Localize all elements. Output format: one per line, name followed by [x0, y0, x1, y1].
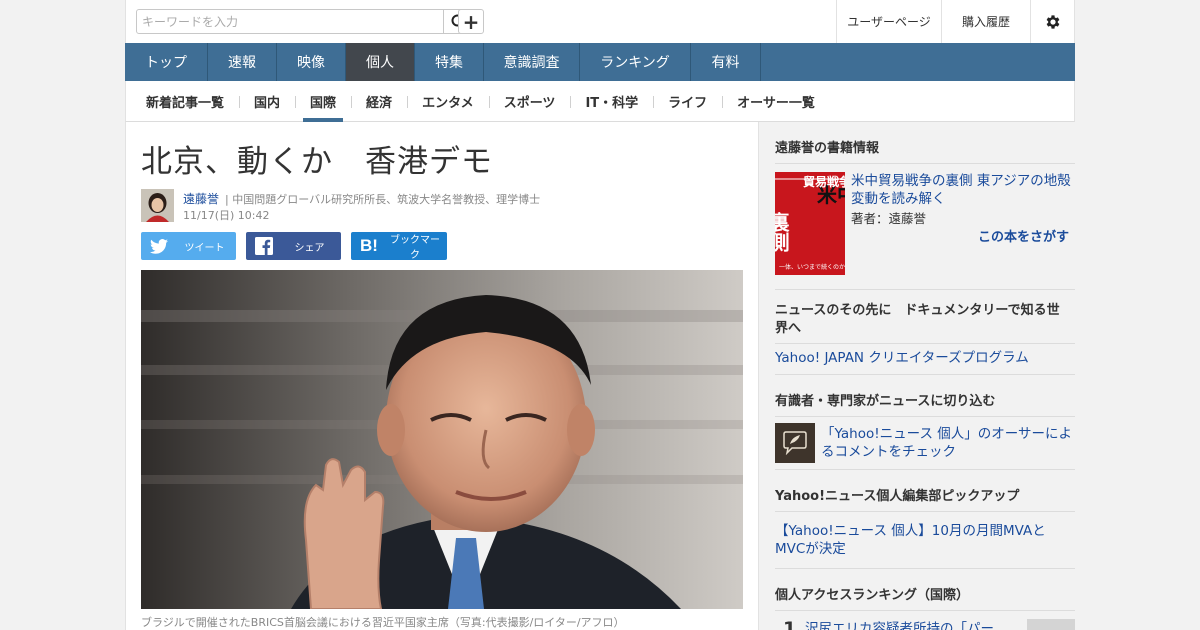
article-date: 11/17(日) 10:42: [183, 209, 270, 222]
category-entertainment[interactable]: エンタメ: [407, 81, 489, 122]
hatena-icon: B!: [360, 236, 378, 255]
user-page-link[interactable]: ユーザーページ: [836, 0, 941, 43]
svg-text:貿易戦争の: 貿易戦争の: [803, 174, 845, 189]
category-new-articles[interactable]: 新着記事一覧: [131, 81, 239, 122]
add-button[interactable]: +: [458, 9, 484, 34]
author-name[interactable]: 遠藤誉: [183, 190, 219, 207]
ranking-item-link[interactable]: 沢尻エリカ容疑者所持の「パー: [805, 620, 1025, 630]
book-info-heading: 遠藤誉の書籍情報: [775, 141, 880, 156]
divider: [775, 568, 1075, 569]
svg-text:一体、いつまで続くのか？: 一体、いつまで続くのか？: [779, 263, 845, 271]
purchase-history-link[interactable]: 購入履歴: [941, 0, 1030, 43]
category-domestic[interactable]: 国内: [239, 81, 295, 122]
gear-icon: [1046, 14, 1060, 29]
article-title: 北京、動くか 香港デモ: [141, 144, 493, 180]
divider: [775, 416, 1075, 417]
gnav-breaking[interactable]: 速報: [208, 43, 277, 81]
gnav-paid[interactable]: 有料: [691, 43, 761, 81]
global-nav: トップ 速報 映像 個人 特集 意識調査 ランキング 有料: [125, 43, 1075, 81]
search-box: [136, 9, 474, 34]
svg-text:裏側: 裏側: [775, 211, 790, 252]
divider: [775, 343, 1075, 344]
category-international[interactable]: 国際: [295, 81, 351, 122]
facebook-share-label: シェア: [294, 242, 325, 254]
gnav-individual[interactable]: 個人: [346, 43, 415, 81]
ranking-number: 1: [783, 618, 797, 630]
author-avatar[interactable]: [141, 189, 174, 222]
category-economy[interactable]: 経済: [351, 81, 407, 122]
divider: [775, 163, 1075, 164]
category-it-science[interactable]: IT・科学: [570, 81, 653, 122]
author-title: | 中国問題グローバル研究所所長、筑波大学名誉教授、理学博士: [225, 193, 541, 206]
top-bar-inner: + ユーザーページ 購入履歴: [125, 0, 1075, 43]
gnav-feature[interactable]: 特集: [415, 43, 484, 81]
book-author: 著者：遠藤誉: [851, 211, 927, 226]
comment-pen-icon[interactable]: [775, 423, 815, 463]
settings-button[interactable]: [1030, 0, 1075, 43]
category-sports[interactable]: スポーツ: [488, 81, 571, 122]
gnav-ranking[interactable]: ランキング: [580, 43, 691, 81]
ranking-thumbnail[interactable]: [1027, 619, 1075, 630]
category-nav: 新着記事一覧 国内 国際 経済 エンタメ スポーツ IT・科学 ライフ オーサー…: [125, 81, 1075, 122]
pickup-heading: Yahoo!ニュース個人編集部ピックアップ: [775, 489, 1020, 504]
tweet-button[interactable]: ツイート: [141, 232, 236, 260]
sidebar: 遠藤誉の書籍情報 米中 裏側 貿易戦争の 一体、いつまで続くのか？ 米中貿易戦争…: [759, 122, 1075, 630]
expert-comments-link[interactable]: 「Yahoo!ニュース 個人」のオーサーによるコメントをチェック: [821, 425, 1075, 461]
creators-program-link[interactable]: Yahoo! JAPAN クリエイターズプログラム: [775, 349, 1075, 367]
book-title-link[interactable]: 米中貿易戦争の裏側 東アジアの地殻変動を読み解く: [851, 172, 1071, 208]
search-input[interactable]: [137, 10, 419, 33]
photo-caption: ブラジルで開催されたBRICS首脳会議における習近平国家主席（写真:代表撮影/ロ…: [141, 616, 625, 629]
book-search-link[interactable]: この本をさがす: [978, 226, 1069, 245]
divider: [775, 289, 1075, 290]
category-life[interactable]: ライフ: [653, 81, 722, 122]
divider: [775, 469, 1075, 470]
pickup-mva-link[interactable]: 【Yahoo!ニュース 個人】10月の月間MVAとMVCが決定: [775, 522, 1065, 558]
tweet-label: ツイート: [184, 242, 225, 254]
twitter-icon: [141, 232, 177, 260]
plus-icon: +: [462, 9, 480, 34]
book-cover-image: 米中 裏側 貿易戦争の 一体、いつまで続くのか？: [775, 172, 845, 275]
category-author-list[interactable]: オーサー一覧: [722, 81, 830, 122]
gnav-survey[interactable]: 意識調査: [484, 43, 580, 81]
divider: [775, 511, 1075, 512]
documentary-heading: ニュースのその先に ドキュメンタリーで知る世界へ: [775, 303, 1060, 336]
article-main: 北京、動くか 香港デモ 遠藤誉 | 中国問題グローバル研究所所長、筑波大学名誉教…: [125, 122, 759, 630]
article-photo-image: [141, 270, 743, 609]
top-bar: + ユーザーページ 購入履歴: [0, 0, 1200, 43]
hatena-bookmark-label: ブックマーク: [390, 235, 440, 261]
divider: [775, 374, 1075, 375]
facebook-icon: [246, 232, 282, 260]
article-photo[interactable]: [141, 270, 743, 609]
facebook-share-button[interactable]: シェア: [246, 232, 341, 260]
expert-heading: 有識者・専門家がニュースに切り込む: [775, 394, 996, 409]
gnav-top[interactable]: トップ: [125, 43, 208, 81]
hatena-bookmark-button[interactable]: B! ブックマーク: [351, 232, 447, 261]
gnav-video[interactable]: 映像: [277, 43, 346, 81]
divider: [775, 610, 1075, 611]
book-cover[interactable]: 米中 裏側 貿易戦争の 一体、いつまで続くのか？: [775, 172, 845, 275]
ranking-heading: 個人アクセスランキング（国際）: [775, 588, 969, 603]
author-portrait-icon: [141, 189, 174, 222]
